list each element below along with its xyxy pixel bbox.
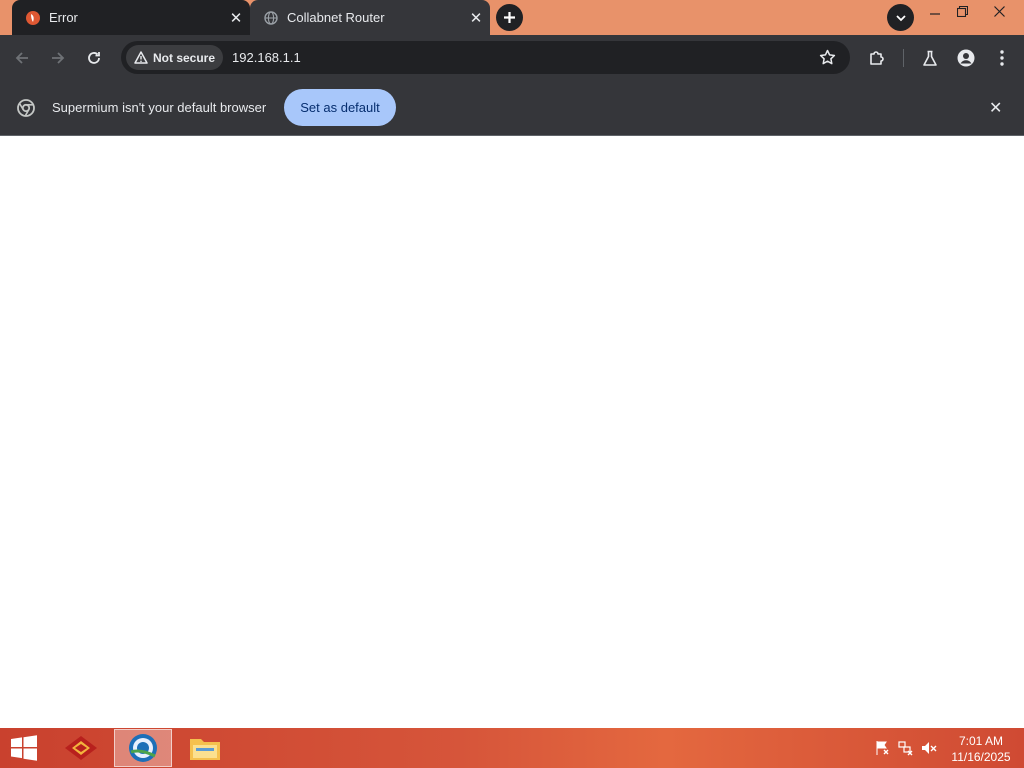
labs-button[interactable] — [916, 44, 944, 72]
restore-button[interactable] — [947, 0, 977, 22]
profile-button[interactable] — [952, 44, 980, 72]
tab-close-button[interactable]: ✕ — [462, 9, 490, 27]
taskbar-app-file-explorer[interactable] — [176, 729, 234, 767]
minimize-icon — [930, 13, 940, 15]
puzzle-icon — [870, 51, 884, 65]
chromium-icon — [17, 99, 35, 122]
warning-icon — [134, 51, 148, 64]
network-icon[interactable] — [898, 740, 914, 756]
restore-icon — [956, 5, 968, 17]
bookmark-star-button[interactable] — [819, 49, 836, 71]
folder-icon — [190, 739, 220, 760]
toolbar-divider — [903, 49, 904, 67]
back-button[interactable] — [8, 44, 36, 72]
tab-collabnet-router[interactable]: Collabnet Router ✕ — [250, 0, 490, 35]
volume-muted-icon[interactable] — [921, 740, 937, 756]
site-security-chip[interactable]: Not secure — [126, 45, 224, 70]
taskbar-app-supermium[interactable] — [114, 729, 172, 767]
reload-icon — [88, 52, 100, 64]
set-as-default-button[interactable]: Set as default — [284, 89, 396, 126]
window-close-button[interactable] — [984, 0, 1014, 22]
flask-icon — [923, 50, 937, 66]
tab-search-button[interactable] — [887, 4, 914, 31]
plus-icon — [504, 12, 515, 23]
action-center-flag-icon[interactable] — [874, 740, 890, 756]
title-bar: Error ✕ Collabnet Router ✕ — [0, 0, 1024, 35]
duckduckgo-icon — [26, 10, 40, 25]
page-content[interactable] — [0, 136, 1024, 728]
default-browser-infobar: Supermium isn't your default browser Set… — [0, 81, 1024, 136]
close-icon — [993, 5, 1005, 17]
app-icon — [65, 736, 97, 760]
windows-logo-icon — [11, 735, 37, 761]
tab-error[interactable]: Error ✕ — [12, 0, 250, 35]
menu-button[interactable] — [988, 44, 1016, 72]
url-text[interactable]: 192.168.1.1 — [232, 50, 301, 65]
clock-time: 7:01 AM — [958, 734, 1004, 748]
infobar-message: Supermium isn't your default browser — [52, 100, 267, 115]
taskbar-app-filezilla[interactable] — [52, 729, 110, 767]
star-icon — [819, 49, 836, 65]
tab-close-button[interactable]: ✕ — [222, 9, 250, 27]
arrow-left-icon — [15, 52, 28, 64]
tab-title: Collabnet Router — [287, 10, 385, 25]
avatar-icon — [957, 49, 975, 67]
globe-icon — [264, 10, 278, 25]
chevron-down-icon — [895, 14, 906, 21]
reload-button[interactable] — [80, 44, 108, 72]
browser-app-icon — [129, 734, 157, 762]
start-button[interactable] — [4, 729, 44, 767]
system-clock[interactable]: 7:01 AM 11/16/2025 — [945, 733, 1017, 765]
security-label: Not secure — [153, 50, 216, 65]
clock-date: 11/16/2025 — [951, 750, 1011, 764]
taskbar: 7:01 AM 11/16/2025 — [0, 728, 1024, 768]
new-tab-button[interactable] — [496, 4, 523, 31]
extensions-button[interactable] — [863, 44, 891, 72]
minimize-button[interactable] — [920, 0, 950, 22]
arrow-right-icon — [52, 52, 65, 64]
forward-button[interactable] — [44, 44, 72, 72]
infobar-close-button[interactable]: ✕ — [989, 98, 1002, 118]
browser-toolbar: Not secure 192.168.1.1 — [0, 35, 1024, 81]
kebab-menu-icon — [1000, 50, 1004, 66]
tab-title: Error — [49, 10, 78, 25]
address-bar[interactable]: Not secure 192.168.1.1 — [121, 41, 850, 74]
